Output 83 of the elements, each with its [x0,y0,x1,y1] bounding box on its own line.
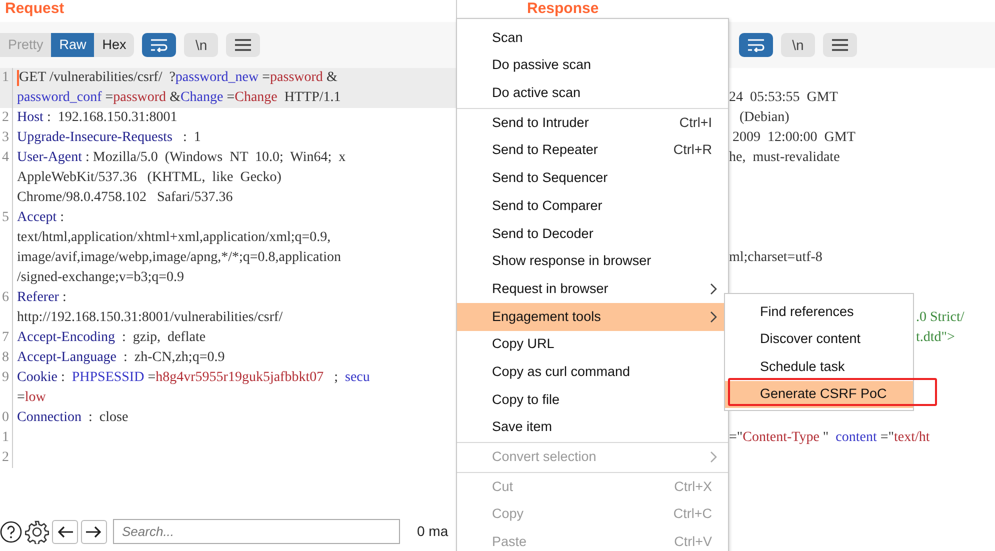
newline-button[interactable]: \n [184,33,218,57]
line-number: 6 [0,288,13,308]
pane-title: Response [526,0,600,17]
code-line: ml;charset=utf-8 [729,249,822,267]
line-number: 1 [0,428,13,448]
code-line: text/html,application/xhtml+xml,application/xml;q=0.9, [16,229,331,247]
code-line: ="Content-Type " content ="text/ht [729,429,930,447]
code-line: .0 Strict/ [916,309,964,327]
menu-button[interactable] [823,33,857,57]
code-line: GET /vulnerabilities/csrf/ ?password_new =password & [16,69,338,88]
wrap-button[interactable] [142,33,176,57]
menu-item[interactable]: Schedule task [725,353,913,380]
menu-item[interactable]: Send to Comparer [457,192,728,220]
menu-icon [832,39,848,51]
code-line: Connection : close [16,409,128,427]
menu-item[interactable]: Send to Decoder [457,220,728,248]
menu-item[interactable]: Send to Repeater Ctrl+R [457,136,728,164]
shortcut-label: Ctrl+V [674,533,713,551]
line-number: 7 [0,328,13,348]
menu-item[interactable]: Copy to file [457,386,728,414]
code-line: (Debian) [738,109,790,127]
pane-title: Request [4,0,66,17]
back-button[interactable] [52,520,78,544]
match-count: 0 ma [417,522,448,541]
menu-item[interactable]: Copy URL [457,330,728,358]
line-number: 3 [0,128,13,148]
shortcut-label: Ctrl+R [673,141,713,160]
shortcut-label: Ctrl+X [674,478,713,496]
view-tab[interactable]: Hex [94,33,134,57]
menu-item[interactable]: Discover content [725,326,913,353]
code-line: =low [16,389,46,407]
code-line: 24 05:53:55 GMT [729,89,838,107]
menu-item[interactable]: Send to Sequencer [457,164,728,192]
code-line: Host : 192.168.150.31:8001 [16,109,178,127]
wrap-icon [747,38,765,52]
code-line: Referer : [16,289,66,307]
line-number: 4 [0,148,13,168]
menu-item[interactable]: Send to Intruder Ctrl+I [457,109,728,137]
menu-item[interactable]: Do passive scan [457,52,728,80]
search-field[interactable]: Search... [113,519,400,544]
line-number: 0 [0,408,13,428]
code-line: Upgrade-Insecure-Requests : 1 [16,129,201,147]
view-tab[interactable]: Raw [51,33,94,57]
menu-item[interactable]: Request in browser [457,275,728,303]
code-line: http://192.168.150.31:8001/vulnerabilities/csrf/ [16,309,283,327]
menu-item[interactable]: Save item [457,414,728,442]
newline-button[interactable]: \n [781,33,815,57]
code-line: image/avif,image/webp,image/apng,*/*;q=0.8,application [16,249,341,267]
menu-button[interactable] [226,33,260,57]
code-line: Accept-Encoding : gzip, deflate [16,329,206,347]
menu-item[interactable]: Generate CSRF PoC [725,380,913,408]
line-number: 5 [0,208,13,228]
code-line: Cookie : PHPSESSID =h8g4vr5955r19guk5jafbbkt07 ; secu [16,369,370,387]
code-line: Accept : [16,209,64,227]
code-line: User-Agent : Mozilla/5.0 (Windows NT 10.0; Win64; x [16,149,346,167]
code-line: Accept-Language : zh-CN,zh;q=0.9 [16,349,225,367]
line-number: 9 [0,368,13,388]
code-line: he, must-revalidate [729,149,840,167]
line-number: 2 [0,448,13,468]
menu-item[interactable]: Show response in browser [457,248,728,276]
code-line: Chrome/98.0.4758.102 Safari/537.36 [16,189,233,207]
wrap-icon [150,38,168,52]
code-line: /signed-exchange;v=b3;q=0.9 [16,269,184,287]
code-line: t.dtd"> [916,329,955,347]
code-line: password_conf =password &Change =Change HTTP/1.1 [16,89,341,107]
code-line: AppleWebKit/537.36 (KHTML, like Gecko) [16,169,282,187]
menu-item[interactable]: Copy as curl command [457,358,728,386]
shortcut-label: Ctrl+C [673,505,713,524]
line-number: 8 [0,348,13,368]
menu-item[interactable]: Scan [457,24,728,52]
arrow-right-icon [86,526,102,538]
menu-icon [235,39,252,51]
menu-item[interactable]: Find references [725,298,913,326]
text-cursor [17,70,19,86]
arrow-left-icon [57,526,73,538]
line-number: 2 [0,108,13,128]
menu-item[interactable]: Do active scan [457,79,728,108]
help-icon[interactable] [0,520,22,542]
forward-button[interactable] [81,520,107,544]
wrap-button[interactable] [739,33,773,57]
shortcut-label: Ctrl+I [679,114,713,132]
settings-icon[interactable] [25,520,49,544]
code-line: 2009 12:00:00 GMT [732,129,856,147]
